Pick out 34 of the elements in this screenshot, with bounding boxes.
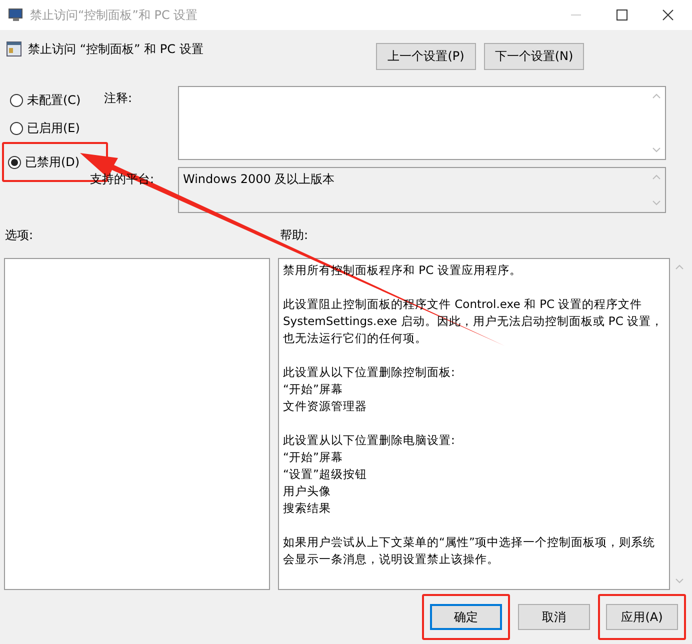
maximize-icon[interactable] (616, 9, 628, 21)
chevron-up-icon[interactable] (652, 174, 661, 180)
help-text: 用户头像 (283, 483, 332, 500)
help-text: 如果用户尝试从上下文菜单的“属性”项中选择一个控制面板项，则系统会显示一条消息，说明设置禁止该操作。 (283, 534, 656, 568)
help-text: 此设置从以下位置删除电脑设置: (283, 432, 456, 449)
dialog-button[interactable]: 确定 (430, 604, 502, 630)
nav-button[interactable]: 下一个设置(N) (484, 43, 584, 70)
radio-button[interactable]: 未配置(C) (10, 92, 81, 108)
comment-field[interactable] (178, 86, 666, 160)
window-title: 禁止访问“控制面板”和 PC 设置 (30, 6, 198, 24)
chevron-up-icon[interactable] (674, 264, 684, 270)
help-text: “开始”屏幕 (283, 381, 344, 398)
dialog-button[interactable]: 取消 (518, 604, 590, 630)
chevron-down-icon[interactable] (652, 147, 661, 153)
radio-button[interactable]: 已启用(E) (10, 120, 80, 136)
chevron-up-icon[interactable] (652, 93, 661, 99)
help-text: 文件资源管理器 (283, 398, 368, 415)
comment-label: 注释: (104, 90, 134, 107)
help-text: 此设置从以下位置删除控制面板: (283, 364, 456, 381)
dialog-button[interactable]: 应用(A) (606, 604, 678, 630)
options-label: 选项: (5, 227, 34, 244)
close-icon[interactable] (662, 9, 674, 21)
platform-field: Windows 2000 及以上版本 (178, 167, 666, 213)
help-text: 搜索结果 (283, 500, 332, 517)
chevron-down-icon[interactable] (652, 200, 661, 206)
help-text: “设置”超级按钮 (283, 466, 368, 483)
nav-button[interactable]: 上一个设置(P) (376, 43, 476, 70)
help-label: 帮助: (280, 227, 308, 244)
radio-button[interactable]: 已禁用(D) (8, 154, 80, 170)
policy-title: 禁止访问 “控制面板” 和 PC 设置 (28, 41, 204, 58)
monitor-icon (8, 8, 24, 22)
chevron-down-icon[interactable] (674, 578, 684, 584)
policy-icon (6, 41, 22, 57)
help-text: “开始”屏幕 (283, 449, 344, 466)
